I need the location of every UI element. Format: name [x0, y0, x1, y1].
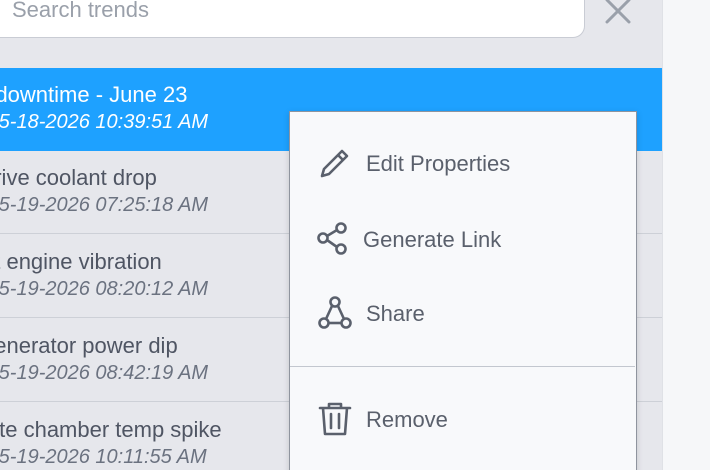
- item-title: r downtime - June 23: [0, 82, 188, 107]
- menu-item-share[interactable]: Share: [290, 284, 635, 344]
- share-nodes-icon: [317, 222, 347, 255]
- search-box[interactable]: [0, 0, 585, 38]
- item-subtitle: d 5-19-2026 08:20:12 AM: [0, 278, 209, 300]
- close-icon[interactable]: [603, 0, 633, 26]
- share-triangle-icon: [318, 296, 352, 329]
- menu-item-label: Remove: [366, 407, 448, 432]
- item-title: nt engine vibration: [0, 249, 162, 274]
- menu-item-remove[interactable]: Remove: [290, 390, 635, 450]
- menu-item-generate-link[interactable]: Generate Link: [290, 210, 635, 270]
- item-title: drive coolant drop: [0, 165, 157, 190]
- trash-icon: [318, 402, 352, 436]
- item-title: generator power dip: [0, 333, 178, 358]
- menu-item-label: Generate Link: [363, 227, 502, 252]
- menu-item-label: Edit Properties: [366, 151, 511, 176]
- item-subtitle: d 5-19-2026 08:42:19 AM: [0, 362, 209, 384]
- item-title: hite chamber temp spike: [0, 417, 222, 442]
- app-window: r downtime - June 23 d 5-18-2026 10:39:5…: [0, 0, 710, 470]
- search-input[interactable]: [12, 0, 532, 23]
- right-gutter: [662, 0, 710, 470]
- menu-item-edit-properties[interactable]: Edit Properties: [290, 134, 635, 194]
- item-subtitle: d 5-19-2026 10:11:55 AM: [0, 446, 207, 468]
- item-subtitle: d 5-18-2026 10:39:51 AM: [0, 111, 209, 133]
- pencil-icon: [320, 149, 349, 178]
- item-subtitle: d 5-19-2026 07:25:18 AM: [0, 194, 209, 216]
- menu-divider: [290, 366, 635, 367]
- context-menu: Edit Properties Generate Link Share Remo…: [289, 111, 637, 470]
- menu-item-label: Share: [366, 301, 425, 326]
